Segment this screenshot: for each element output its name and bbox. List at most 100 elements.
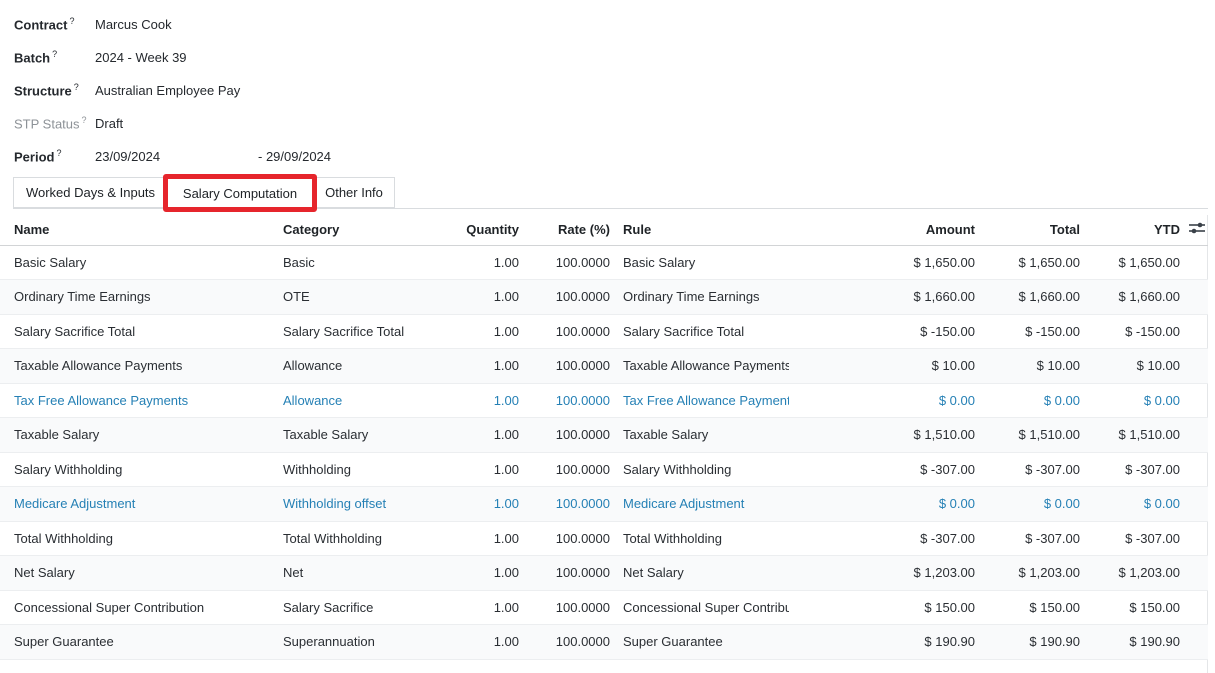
cell-category: Salary Sacrifice bbox=[283, 590, 443, 625]
salary-computation-table: NameCategoryQuantityRate (%)RuleAmountTo… bbox=[0, 215, 1208, 660]
cell-name: Salary Sacrifice Total bbox=[0, 314, 283, 349]
cell-name: Ordinary Time Earnings bbox=[0, 280, 283, 315]
cell-ytd: $ 150.00 bbox=[1084, 590, 1189, 625]
cell-amount: $ 1,203.00 bbox=[789, 556, 979, 591]
optional-columns-toggle[interactable] bbox=[1189, 215, 1208, 245]
table-row[interactable]: Salary Sacrifice Total Salary Sacrifice T… bbox=[0, 314, 1208, 349]
table-header-row: NameCategoryQuantityRate (%)RuleAmountTo… bbox=[0, 215, 1208, 245]
cell-category: Withholding offset bbox=[283, 487, 443, 522]
cell-category: Basic bbox=[283, 245, 443, 280]
field-value-period[interactable]: 23/09/2024- 29/09/2024 bbox=[95, 149, 331, 164]
column-header-rule[interactable]: Rule bbox=[614, 215, 789, 245]
cell-total: $ 1,510.00 bbox=[979, 418, 1084, 453]
cell-name: Concessional Super Contribution bbox=[0, 590, 283, 625]
field-label: Contract? bbox=[14, 16, 95, 32]
cell-name: Salary Withholding bbox=[0, 452, 283, 487]
cell-rate: 100.0000 bbox=[523, 418, 614, 453]
help-marker: ? bbox=[52, 49, 57, 59]
column-header-amount[interactable]: Amount bbox=[789, 215, 979, 245]
cell-ytd: $ 1,203.00 bbox=[1084, 556, 1189, 591]
cell-ytd: $ 1,660.00 bbox=[1084, 280, 1189, 315]
cell-rate: 100.0000 bbox=[523, 452, 614, 487]
cell-quantity: 1.00 bbox=[443, 280, 523, 315]
cell-ytd: $ 1,650.00 bbox=[1084, 245, 1189, 280]
table-row[interactable]: Basic SalaryBasic1.00100.0000Basic Salar… bbox=[0, 245, 1208, 280]
cell-ytd: $ -150.00 bbox=[1084, 314, 1189, 349]
sliders-icon[interactable] bbox=[1189, 221, 1205, 238]
cell-name: Taxable Allowance Payments bbox=[0, 349, 283, 384]
cell-category: Net bbox=[283, 556, 443, 591]
column-header-category[interactable]: Category bbox=[283, 215, 443, 245]
table-row[interactable]: Ordinary Time EarningsOTE1.00100.0000Ord… bbox=[0, 280, 1208, 315]
cell-spacer bbox=[1189, 556, 1208, 591]
field-value-structure[interactable]: Australian Employee Pay bbox=[95, 83, 240, 98]
cell-quantity: 1.00 bbox=[443, 487, 523, 522]
cell-rule: Medicare Adjustment bbox=[614, 487, 789, 522]
cell-name: Taxable Salary bbox=[0, 418, 283, 453]
column-header-name[interactable]: Name bbox=[0, 215, 283, 245]
cell-rule: Salary Sacrifice Total bbox=[614, 314, 789, 349]
form-field-row: STP Status?Draft bbox=[14, 107, 1215, 140]
table-row[interactable]: Salary WithholdingWithholding1.00100.000… bbox=[0, 452, 1208, 487]
table-row[interactable]: Concessional Super ContributionSalary Sa… bbox=[0, 590, 1208, 625]
cell-ytd: $ -307.00 bbox=[1084, 452, 1189, 487]
cell-name: Total Withholding bbox=[0, 521, 283, 556]
cell-total: $ -150.00 bbox=[979, 314, 1084, 349]
cell-spacer bbox=[1189, 280, 1208, 315]
tab-worked-days-inputs[interactable]: Worked Days & Inputs bbox=[13, 177, 168, 208]
cell-amount: $ 190.90 bbox=[789, 625, 979, 660]
form-field-row: Batch?2024 - Week 39 bbox=[14, 41, 1215, 74]
table-row[interactable]: Taxable SalaryTaxable Salary1.00100.0000… bbox=[0, 418, 1208, 453]
cell-amount: $ 0.00 bbox=[789, 487, 979, 522]
cell-rate: 100.0000 bbox=[523, 521, 614, 556]
table-row[interactable]: Total WithholdingTotal Withholding1.0010… bbox=[0, 521, 1208, 556]
cell-category: Withholding bbox=[283, 452, 443, 487]
table-row[interactable]: Medicare Adjustment Withholding offset1.0… bbox=[0, 487, 1208, 522]
cell-rate: 100.0000 bbox=[523, 487, 614, 522]
cell-amount: $ -150.00 bbox=[789, 314, 979, 349]
cell-category: Superannuation bbox=[283, 625, 443, 660]
cell-quantity: 1.00 bbox=[443, 349, 523, 384]
cell-ytd: $ 0.00 bbox=[1084, 383, 1189, 418]
field-value-contract[interactable]: Marcus Cook bbox=[95, 17, 172, 32]
cell-rate: 100.0000 bbox=[523, 383, 614, 418]
cell-rate: 100.0000 bbox=[523, 280, 614, 315]
cell-spacer bbox=[1189, 625, 1208, 660]
column-header-total[interactable]: Total bbox=[979, 215, 1084, 245]
cell-rate: 100.0000 bbox=[523, 590, 614, 625]
cell-rule: Basic Salary bbox=[614, 245, 789, 280]
table-row[interactable]: Net SalaryNet1.00100.0000Net Salary$ 1,2… bbox=[0, 556, 1208, 591]
field-value-batch[interactable]: 2024 - Week 39 bbox=[95, 50, 187, 65]
cell-amount: $ 0.00 bbox=[789, 383, 979, 418]
cell-name: Tax Free Allowance Payments bbox=[0, 383, 283, 418]
cell-quantity: 1.00 bbox=[443, 245, 523, 280]
cell-spacer bbox=[1189, 314, 1208, 349]
payslip-header-fields: Contract?Marcus Cook Batch?2024 - Week 39… bbox=[0, 0, 1215, 177]
cell-quantity: 1.00 bbox=[443, 590, 523, 625]
tab-other-info[interactable]: Other Info bbox=[313, 177, 395, 208]
form-field-row: Structure?Australian Employee Pay bbox=[14, 74, 1215, 107]
column-header-quantity[interactable]: Quantity bbox=[443, 215, 523, 245]
field-value-stp-status[interactable]: Draft bbox=[95, 116, 123, 131]
date-to-field[interactable]: - 29/09/2024 bbox=[258, 149, 331, 164]
table-row[interactable]: Tax Free Allowance PaymentsAllowance1.00… bbox=[0, 383, 1208, 418]
date-from-field[interactable]: 23/09/2024 bbox=[95, 149, 258, 164]
help-marker: ? bbox=[82, 115, 87, 125]
table-row[interactable]: Taxable Allowance PaymentsAllowance1.001… bbox=[0, 349, 1208, 384]
cell-rate: 100.0000 bbox=[523, 349, 614, 384]
column-header-rate[interactable]: Rate (%) bbox=[523, 215, 614, 245]
cell-total: $ 1,203.00 bbox=[979, 556, 1084, 591]
payslip-form: Contract?Marcus Cook Batch?2024 - Week 39… bbox=[0, 0, 1215, 673]
cell-name: Super Guarantee bbox=[0, 625, 283, 660]
cell-total: $ 1,650.00 bbox=[979, 245, 1084, 280]
field-label: Batch? bbox=[14, 49, 95, 65]
cell-quantity: 1.00 bbox=[443, 418, 523, 453]
table-row[interactable]: Super GuaranteeSuperannuation1.00100.000… bbox=[0, 625, 1208, 660]
cell-spacer bbox=[1189, 383, 1208, 418]
cell-total: $ 190.90 bbox=[979, 625, 1084, 660]
tab-salary-computation[interactable]: Salary Computation bbox=[167, 177, 313, 209]
cell-quantity: 1.00 bbox=[443, 383, 523, 418]
help-marker: ? bbox=[69, 16, 74, 26]
cell-category: Total Withholding bbox=[283, 521, 443, 556]
column-header-ytd[interactable]: YTD bbox=[1084, 215, 1189, 245]
